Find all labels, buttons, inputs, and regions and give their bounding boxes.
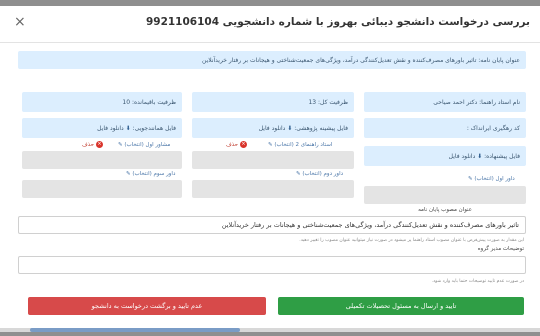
remaining-capacity-field: ظرفیت باقیمانده: 10 — [22, 92, 182, 112]
reject-button[interactable]: عدم تایید و برگشت درخواست به دانشجو — [28, 297, 266, 315]
edit-icon: ✎ — [268, 142, 273, 148]
judge-2-link[interactable]: داور دوم (انتخاب) ✎ — [296, 171, 343, 177]
judge-3-label: داور سوم (انتخاب) — [132, 171, 176, 177]
download-icon: ⬇ — [475, 152, 485, 160]
advisor-1-delete[interactable]: × حذف — [82, 141, 103, 148]
edit-icon: ✎ — [468, 176, 473, 182]
edit-icon: ✎ — [126, 171, 131, 177]
approved-title-input[interactable]: تاثیر باورهای مصرف‌کننده و نقش تعدیل‌کنن… — [18, 216, 526, 234]
judge-3-link[interactable]: داور سوم (انتخاب) ✎ — [126, 171, 175, 177]
advisor-2-link[interactable]: استاد راهنمای 2 (انتخاب) ✎ — [268, 142, 332, 148]
thesis-title-banner: عنوان پایان نامه: تاثیر باورهای مصرف‌کنن… — [18, 51, 526, 69]
judge-1-label: داور اول (انتخاب) — [474, 176, 515, 182]
manager-notes-note: در صورت عدم تایید توضیحات حتما باید وارد… — [431, 279, 524, 284]
advisor-2-delete[interactable]: × حذف — [226, 141, 247, 148]
download-icon: ⬇ — [123, 124, 133, 132]
judge-2-label: داور دوم (انتخاب) — [302, 171, 344, 177]
advisor-1-delete-label: حذف — [82, 141, 94, 148]
advisor-2-value — [192, 151, 354, 169]
advisor-2-label: استاد راهنمای 2 (انتخاب) — [274, 142, 333, 148]
horizontal-scrollbar[interactable] — [0, 328, 540, 332]
research-file-field: فایل پیشینه پژوهشی: ⬇ دانلود فایل — [192, 118, 354, 138]
delete-icon: × — [96, 141, 103, 148]
modal-header: بررسی درخواست دانشجو دیبائی بهروز با شما… — [0, 6, 540, 43]
close-icon[interactable]: × — [14, 14, 26, 30]
total-capacity-field: ظرفیت کل: 13 — [192, 92, 354, 112]
advisor-1-label: مشاور اول (انتخاب) — [124, 142, 171, 148]
research-download-link[interactable]: دانلود فایل — [259, 125, 286, 132]
proposal-file-label: فایل پیشنهاده: — [484, 152, 520, 160]
download-icon: ⬇ — [285, 124, 295, 132]
approved-title-label: عنوان مصوب پایان نامه — [418, 207, 472, 213]
similarity-download-link[interactable]: دانلود فایل — [97, 125, 124, 132]
tracking-code-field: کد رهگیری ایرانداک : — [364, 118, 526, 138]
supervisor-field: نام استاد راهنما: دکتر احمد صیاحی — [364, 92, 526, 112]
approved-title-note: این مقدار به صورت پیش‌فرض با عنوان مصوب … — [299, 238, 524, 243]
advisor-1-value — [22, 151, 182, 169]
modal-title: بررسی درخواست دانشجو دیبائی بهروز با شما… — [145, 16, 530, 28]
manager-notes-input[interactable] — [18, 256, 526, 274]
edit-icon: ✎ — [296, 171, 301, 177]
proposal-download-link[interactable]: دانلود فایل — [449, 153, 476, 160]
judge-1-value — [364, 186, 526, 204]
advisor-1-link[interactable]: مشاور اول (انتخاب) ✎ — [118, 142, 170, 148]
similarity-file-field: فایل همانندجویی: ⬇ دانلود فایل — [22, 118, 182, 138]
delete-icon: × — [240, 141, 247, 148]
proposal-file-field: فایل پیشنهاده: ⬇ دانلود فایل — [364, 146, 526, 166]
judge-2-value — [192, 180, 354, 198]
edit-icon: ✎ — [118, 142, 123, 148]
judge-1-link[interactable]: داور اول (انتخاب) ✎ — [468, 176, 515, 182]
scrollbar-thumb[interactable] — [30, 328, 240, 332]
approve-button[interactable]: تایید و ارسال به مسئول تحصیلات تکمیلی — [278, 297, 524, 315]
request-review-modal: بررسی درخواست دانشجو دیبائی بهروز با شما… — [0, 6, 540, 332]
research-file-label: فایل پیشینه پژوهشی: — [294, 124, 348, 132]
manager-notes-label: توضیحات مدیر گروه — [477, 246, 524, 252]
advisor-2-delete-label: حذف — [226, 141, 238, 148]
similarity-file-label: فایل همانندجویی: — [132, 124, 176, 132]
judge-3-value — [22, 180, 182, 198]
